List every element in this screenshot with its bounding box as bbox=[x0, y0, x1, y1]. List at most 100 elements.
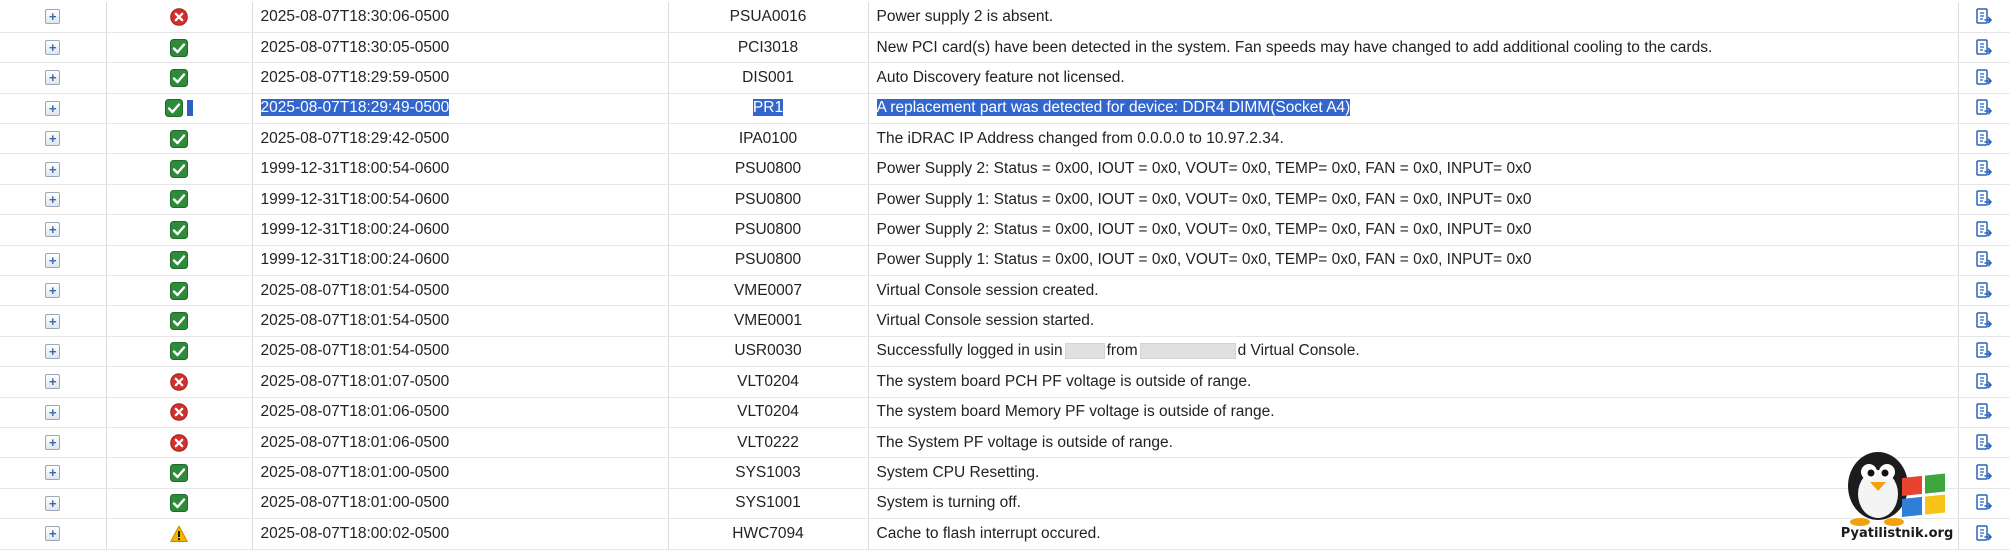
table-row[interactable]: +2025-08-07T18:01:54-0500 VME0001 Virtual … bbox=[0, 305, 2010, 337]
severity-cell bbox=[106, 275, 253, 307]
description-text: from bbox=[1106, 342, 1138, 360]
table-row[interactable]: +2025-08-07T18:29:59-0500 DIS001 Auto Disc… bbox=[0, 62, 2010, 94]
green-checkmark-icon bbox=[170, 342, 188, 361]
export-document-icon[interactable] bbox=[1975, 464, 1993, 482]
export-document-icon[interactable] bbox=[1975, 312, 1993, 330]
description-text: Power Supply 1: Status = 0x00, IOUT = 0x… bbox=[876, 190, 1532, 208]
export-document-icon[interactable] bbox=[1975, 190, 1993, 208]
table-row[interactable]: +1999-12-31T18:00:24-0600 PSU0800 Power Su… bbox=[0, 214, 2010, 246]
date-time-cell: 2025-08-07T18:01:00-0500 bbox=[252, 457, 669, 489]
description-text: Virtual Console session created. bbox=[876, 281, 1099, 299]
export-document-icon[interactable] bbox=[1975, 38, 1993, 57]
expand-row-button[interactable]: + bbox=[45, 222, 61, 238]
export-document-icon[interactable] bbox=[1975, 99, 1993, 117]
expand-row-button[interactable]: + bbox=[45, 343, 61, 359]
severity-cell bbox=[106, 336, 253, 368]
description-text: System CPU Resetting. bbox=[876, 464, 1040, 482]
expand-cell: + bbox=[0, 397, 107, 428]
table-row[interactable]: +2025-08-07T18:01:00-0500 SYS1001 System i… bbox=[0, 488, 2010, 520]
message-id-text: PSU0800 bbox=[734, 251, 802, 269]
expand-row-button[interactable]: + bbox=[45, 313, 61, 329]
green-checkmark-icon bbox=[170, 68, 188, 87]
export-document-icon[interactable] bbox=[1975, 69, 1993, 87]
expand-row-button[interactable]: + bbox=[45, 465, 61, 481]
table-row[interactable]: +2025-08-07T18:01:07-0500 VLT0204 The syst… bbox=[0, 366, 2010, 398]
date-time-text: 2025-08-07T18:30:05-0500 bbox=[260, 38, 450, 56]
table-row[interactable]: +2025-08-07T18:01:00-0500 SYS1003 System C… bbox=[0, 457, 2010, 489]
expand-row-button[interactable]: + bbox=[45, 495, 61, 511]
table-row[interactable]: +2025-08-07T18:01:06-0500 VLT0222 The Syst… bbox=[0, 427, 2010, 459]
expand-row-button[interactable]: + bbox=[45, 404, 61, 420]
description-text: The iDRAC IP Address changed from 0.0.0.… bbox=[876, 129, 1284, 147]
description-cell: Successfully logged in usin from d Virtual… bbox=[868, 336, 1959, 368]
action-cell bbox=[1958, 366, 2010, 398]
export-document-icon[interactable] bbox=[1975, 525, 1993, 543]
redacted-text bbox=[1139, 343, 1236, 360]
export-document-icon[interactable] bbox=[1975, 160, 1993, 178]
date-time-text: 1999-12-31T18:00:24-0600 bbox=[260, 220, 450, 238]
table-row[interactable]: +1999-12-31T18:00:54-0600 PSU0800 Power Su… bbox=[0, 184, 2010, 216]
table-row[interactable]: +2025-08-07T18:30:06-0500 PSUA0016 Power s… bbox=[0, 2, 2010, 33]
expand-row-button[interactable]: + bbox=[45, 70, 61, 86]
table-row[interactable]: +1999-12-31T18:00:54-0600 PSU0800 Power Su… bbox=[0, 153, 2010, 185]
date-time-text: 1999-12-31T18:00:24-0600 bbox=[260, 251, 450, 269]
expand-row-button[interactable]: + bbox=[45, 9, 61, 25]
date-time-text: 2025-08-07T18:00:02-0500 bbox=[260, 524, 450, 542]
date-time-text: 2025-08-07T18:01:00-0500 bbox=[260, 494, 450, 512]
table-row[interactable]: +2025-08-07T18:29:42-0500 IPA0100 The iDRA… bbox=[0, 123, 2010, 155]
description-cell: A replacement part was detected for devi… bbox=[868, 93, 1959, 125]
message-id-cell: PSU0800 bbox=[668, 153, 869, 185]
table-row[interactable]: +2025-08-07T18:00:02-0500 HWC7094 Cache to… bbox=[0, 518, 2010, 550]
expand-row-button[interactable]: + bbox=[45, 39, 61, 55]
export-document-icon[interactable] bbox=[1975, 281, 1993, 300]
expand-row-button[interactable]: + bbox=[45, 283, 61, 299]
table-row[interactable]: +2025-08-07T18:30:05-0500 PCI3018 New PCI … bbox=[0, 32, 2010, 64]
export-document-icon[interactable] bbox=[1975, 433, 1993, 452]
table-row[interactable]: +2025-08-07T18:01:54-0500 VME0007 Virtual … bbox=[0, 275, 2010, 307]
date-time-text: 2025-08-07T18:01:07-0500 bbox=[260, 372, 450, 390]
export-document-icon[interactable] bbox=[1975, 8, 1993, 26]
export-document-icon[interactable] bbox=[1975, 251, 1993, 269]
description-text: Power Supply 2: Status = 0x00, IOUT = 0x… bbox=[876, 160, 1532, 178]
expand-row-button[interactable]: + bbox=[45, 374, 61, 390]
table-row[interactable]: +2025-08-07T18:01:06-0500 VLT0204 The syst… bbox=[0, 397, 2010, 428]
table-row[interactable]: +2025-08-07T18:01:54-0500 USR0030 Successf… bbox=[0, 336, 2010, 368]
export-document-icon[interactable] bbox=[1975, 221, 1993, 239]
green-checkmark-icon bbox=[170, 220, 188, 239]
action-cell bbox=[1958, 336, 2010, 368]
description-text: The system board PCH PF voltage is outsi… bbox=[876, 372, 1252, 390]
action-cell bbox=[1958, 275, 2010, 307]
message-id-cell: HWC7094 bbox=[668, 518, 869, 550]
message-id-cell: DIS001 bbox=[668, 62, 869, 94]
message-id-cell: PSUA0016 bbox=[668, 2, 869, 33]
action-cell bbox=[1958, 184, 2010, 216]
export-document-icon[interactable] bbox=[1975, 129, 1993, 148]
expand-row-button[interactable]: + bbox=[45, 435, 61, 451]
export-document-icon[interactable] bbox=[1975, 342, 1993, 360]
description-text: d Virtual Console. bbox=[1237, 342, 1360, 360]
table-row[interactable]: +1999-12-31T18:00:24-0600 PSU0800 Power Su… bbox=[0, 245, 2010, 277]
description-cell: The system board PCH PF voltage is outsi… bbox=[868, 366, 1959, 398]
expand-row-button[interactable]: + bbox=[45, 131, 61, 147]
export-document-icon[interactable] bbox=[1975, 373, 1993, 391]
date-time-cell: 2025-08-07T18:01:00-0500 bbox=[252, 488, 669, 520]
expand-row-button[interactable]: + bbox=[45, 100, 61, 116]
export-document-icon[interactable] bbox=[1975, 494, 1993, 512]
action-cell bbox=[1958, 245, 2010, 277]
date-time-cell: 2025-08-07T18:30:06-0500 bbox=[252, 2, 669, 33]
date-time-cell: 2025-08-07T18:01:54-0500 bbox=[252, 305, 669, 337]
action-cell bbox=[1958, 518, 2010, 550]
expand-row-button[interactable]: + bbox=[45, 252, 61, 268]
export-document-icon[interactable] bbox=[1975, 403, 1993, 421]
description-cell: System is turning off. bbox=[868, 488, 1959, 520]
severity-cell bbox=[106, 427, 253, 459]
action-cell bbox=[1958, 305, 2010, 337]
table-row[interactable]: +2025-08-07T18:29:49-0500 PR1 A replacemen… bbox=[0, 93, 2010, 125]
severity-cell bbox=[106, 214, 253, 246]
red-x-circle-icon bbox=[170, 433, 188, 452]
lifecycle-log-table: +2025-08-07T18:30:06-0500 PSUA0016 Power s… bbox=[0, 2, 2010, 550]
expand-row-button[interactable]: + bbox=[45, 526, 61, 542]
expand-row-button[interactable]: + bbox=[45, 191, 61, 207]
description-cell: Power Supply 2: Status = 0x00, IOUT = 0x… bbox=[868, 153, 1959, 185]
expand-row-button[interactable]: + bbox=[45, 161, 61, 177]
